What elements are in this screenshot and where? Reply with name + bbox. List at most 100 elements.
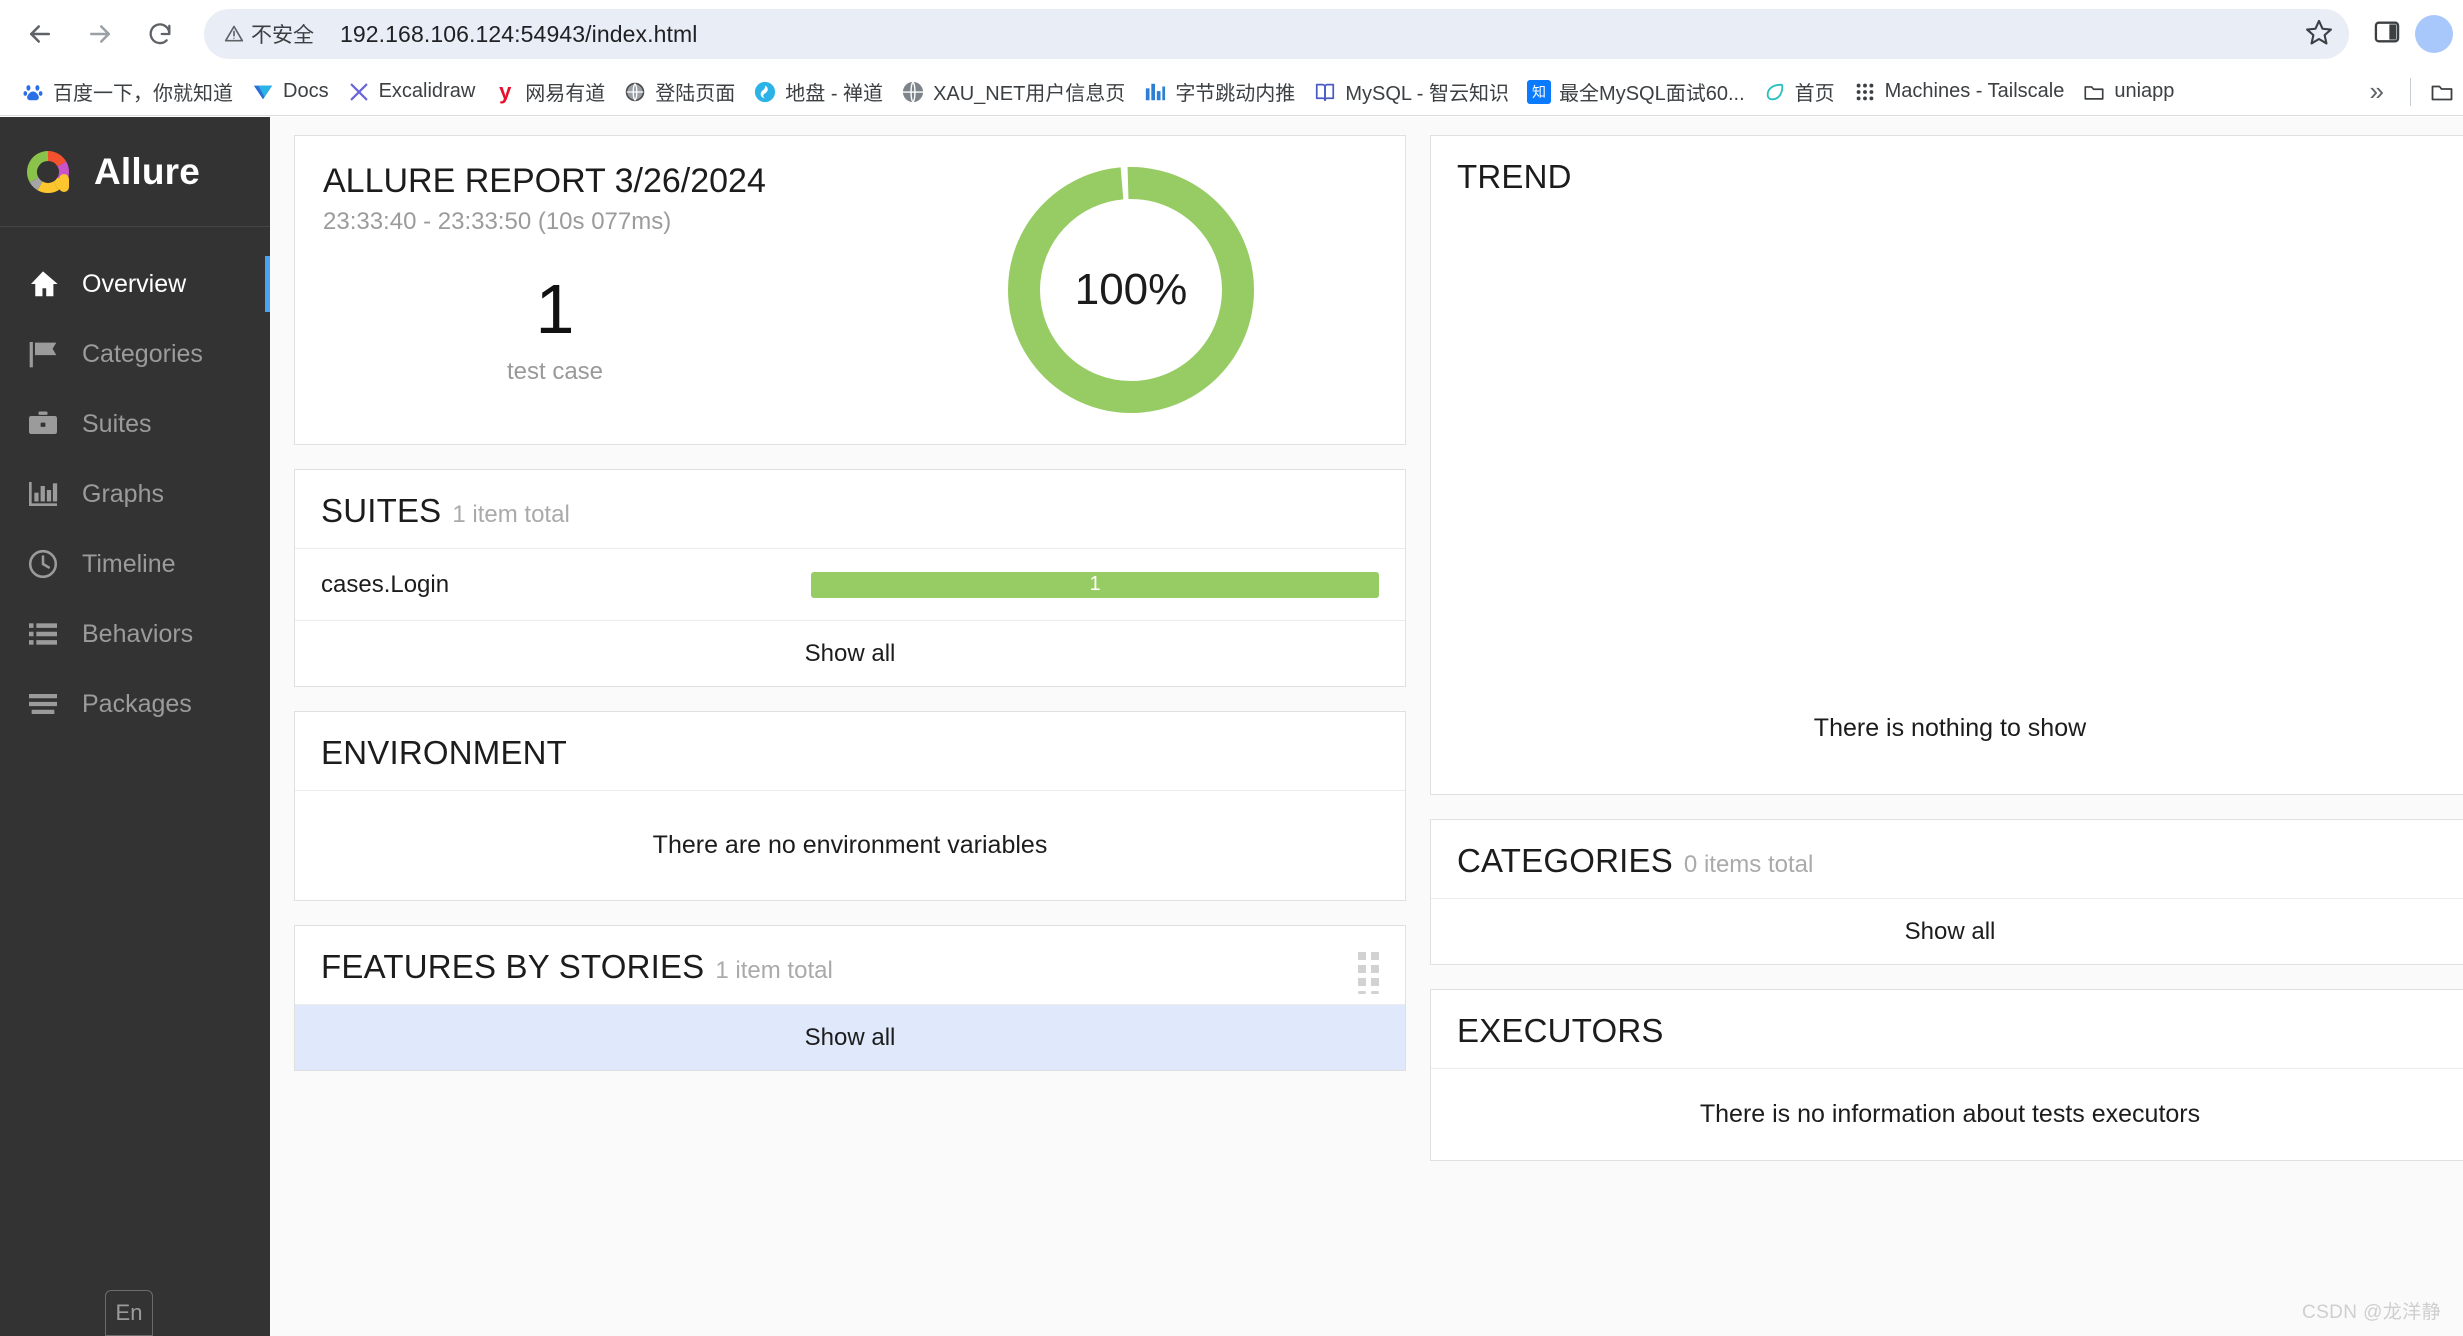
tailscale-dots-icon xyxy=(1853,80,1877,104)
features-header: FEATURES BY STORIES 1 item total xyxy=(295,926,1405,1004)
sidebar: Allure Overview Categories Suites Graphs… xyxy=(0,117,270,1336)
executors-widget: EXECUTORS There is no information about … xyxy=(1430,989,2463,1161)
flag-icon xyxy=(26,337,60,371)
suites-show-all-button[interactable]: Show all xyxy=(295,620,1405,686)
suite-bar-track: 1 xyxy=(811,571,1379,598)
bookmark-item-bytedance[interactable]: 字节跳动内推 xyxy=(1134,73,1304,111)
browser-toolbar: 不安全 192.168.106.124:54943/index.html xyxy=(0,0,2463,68)
back-button[interactable] xyxy=(12,6,68,62)
address-bar[interactable]: 不安全 192.168.106.124:54943/index.html xyxy=(204,9,2349,59)
trend-header: TREND xyxy=(1431,136,2463,214)
features-by-stories-widget: FEATURES BY STORIES 1 item total Show al… xyxy=(294,925,1406,1071)
bookmark-label: 登陆页面 xyxy=(655,83,736,105)
bookmark-item-mysql[interactable]: MySQL - 智云知识 xyxy=(1304,73,1518,111)
reload-button[interactable] xyxy=(132,6,188,62)
zhihu-icon: 知 xyxy=(1527,79,1552,104)
allure-report-page: Allure Overview Categories Suites Graphs… xyxy=(0,117,2463,1336)
brand-header[interactable]: Allure xyxy=(0,117,270,227)
globe-icon xyxy=(623,80,647,104)
sidebar-item-label: Packages xyxy=(82,689,192,718)
bookmark-item-youdao[interactable]: y 网易有道 xyxy=(484,73,614,111)
bookmark-item-home[interactable]: 首页 xyxy=(1754,73,1844,111)
sidebar-item-packages[interactable]: Packages xyxy=(0,669,270,739)
sidebar-nav: Overview Categories Suites Graphs Timeli… xyxy=(0,227,270,739)
categories-header: CATEGORIES 0 items total xyxy=(1431,820,2463,898)
bookmark-label: 地盘 - 禅道 xyxy=(785,83,884,105)
stack-icon xyxy=(26,687,60,721)
bookmark-label: 最全MySQL面试60... xyxy=(1559,83,1745,105)
sidebar-item-timeline[interactable]: Timeline xyxy=(0,529,270,599)
leaf-icon xyxy=(1763,80,1787,104)
features-show-all-button[interactable]: Show all xyxy=(295,1004,1405,1070)
categories-subtitle: 0 items total xyxy=(1683,851,1814,878)
globe-icon xyxy=(901,80,925,104)
bookmark-item-baidu[interactable]: 百度一下，你就知道 xyxy=(12,73,242,111)
forward-button[interactable] xyxy=(72,6,128,62)
suites-widget: SUITES 1 item total cases.Login 1 Show a… xyxy=(294,469,1406,687)
executors-title: EXECUTORS xyxy=(1457,1012,1664,1049)
baidu-paw-icon xyxy=(21,80,45,104)
left-column: ALLURE REPORT 3/26/2024 23:33:40 - 23:33… xyxy=(294,135,1406,1336)
bookmark-item-xau-net[interactable]: XAU_NET用户信息页 xyxy=(892,73,1134,111)
bookmark-item-docs[interactable]: Docs xyxy=(242,73,338,111)
bookmark-label: 字节跳动内推 xyxy=(1175,83,1296,105)
categories-show-all-button[interactable]: Show all xyxy=(1431,898,2463,964)
donut-percent-label: 100% xyxy=(1074,265,1188,314)
bookmark-label: Machines - Tailscale xyxy=(1884,80,2065,102)
home-icon xyxy=(26,267,60,301)
summary-widget: ALLURE REPORT 3/26/2024 23:33:40 - 23:33… xyxy=(294,135,1406,445)
categories-widget: CATEGORIES 0 items total Show all xyxy=(1430,819,2463,965)
bar-chart-icon xyxy=(26,477,60,511)
bookmark-label: 首页 xyxy=(1794,83,1835,105)
bookmark-label: MySQL - 智云知识 xyxy=(1345,83,1510,105)
back-arrow-icon xyxy=(25,19,55,49)
sidebar-item-behaviors[interactable]: Behaviors xyxy=(0,599,270,669)
test-case-stat: 1 test case xyxy=(445,274,665,386)
bookmarks-overflow-button[interactable]: » xyxy=(2354,76,2400,107)
sidebar-item-suites[interactable]: Suites xyxy=(0,389,270,459)
bookmark-item-excalidraw[interactable]: Excalidraw xyxy=(338,73,485,111)
allure-donut-logo xyxy=(20,144,76,200)
warning-triangle-icon xyxy=(224,24,244,44)
zentao-icon xyxy=(753,80,777,104)
url-text[interactable]: 192.168.106.124:54943/index.html xyxy=(340,21,697,48)
bookmark-item-uniapp[interactable]: uniapp xyxy=(2073,73,2183,111)
bookmark-star-icon xyxy=(2305,18,2333,51)
sidebar-item-label: Graphs xyxy=(82,479,164,508)
bookmark-item-tailscale[interactable]: Machines - Tailscale xyxy=(1844,73,2074,111)
trend-widget: TREND There is nothing to show xyxy=(1430,135,2463,795)
drag-handle-icon[interactable] xyxy=(1358,952,1379,994)
status-donut-chart[interactable]: 100% xyxy=(1001,160,1261,420)
bookmark-button[interactable] xyxy=(2297,12,2341,56)
bookmark-item-zhihu[interactable]: 知 最全MySQL面试60... xyxy=(1518,73,1754,111)
bookmark-item-login-page[interactable]: 登陆页面 xyxy=(614,73,744,111)
trend-empty-message: There is nothing to show xyxy=(1813,714,2087,742)
sidebar-item-categories[interactable]: Categories xyxy=(0,319,270,389)
bookmark-label: 网易有道 xyxy=(525,83,606,105)
security-label: 不安全 xyxy=(251,24,314,47)
bookmarks-divider xyxy=(2410,77,2411,106)
table-row[interactable]: cases.Login 1 xyxy=(295,548,1405,620)
suite-name: cases.Login xyxy=(321,570,450,598)
security-indicator[interactable]: 不安全 xyxy=(218,14,326,54)
bookmark-label: uniapp xyxy=(2114,80,2175,102)
sidebar-item-graphs[interactable]: Graphs xyxy=(0,459,270,529)
forward-arrow-icon xyxy=(85,19,115,49)
bookmark-label: 百度一下，你就知道 xyxy=(53,83,233,105)
suite-passed-bar[interactable]: 1 xyxy=(811,571,1379,598)
sidebar-item-label: Behaviors xyxy=(82,619,194,648)
environment-widget: ENVIRONMENT There are no environment var… xyxy=(294,711,1406,901)
trend-title: TREND xyxy=(1457,158,1572,195)
sidebar-item-overview[interactable]: Overview xyxy=(0,249,270,319)
side-panel-button[interactable] xyxy=(2361,8,2413,60)
language-switch-button[interactable]: En xyxy=(105,1290,153,1336)
book-icon xyxy=(1313,80,1337,104)
profile-avatar[interactable] xyxy=(2415,15,2453,53)
brand-name: Allure xyxy=(94,150,201,192)
all-bookmarks-button[interactable] xyxy=(2421,73,2463,111)
sidebar-item-label: Overview xyxy=(82,269,187,298)
folder-icon xyxy=(2430,80,2454,104)
bookmark-item-zentao[interactable]: 地盘 - 禅道 xyxy=(744,73,892,111)
sidebar-item-label: Suites xyxy=(82,409,152,438)
side-panel-icon xyxy=(2373,18,2401,51)
